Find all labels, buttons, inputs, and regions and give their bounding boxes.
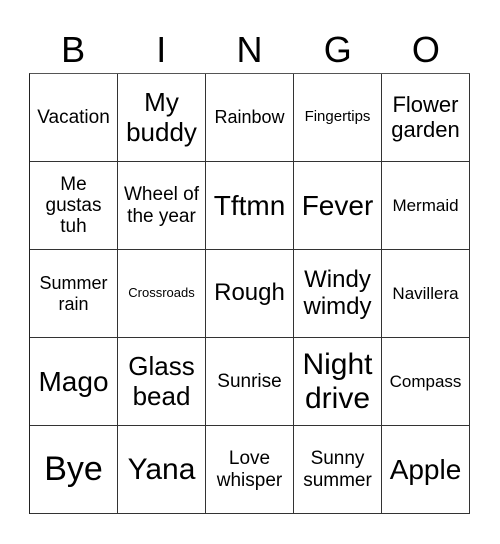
bingo-cell[interactable]: Yana: [118, 426, 206, 514]
bingo-cell[interactable]: Rainbow: [206, 74, 294, 162]
bingo-cell[interactable]: Summer rain: [30, 250, 118, 338]
header-letter-b: B: [61, 29, 86, 70]
bingo-cell[interactable]: Fever: [294, 162, 382, 250]
bingo-cell[interactable]: Glass bead: [118, 338, 206, 426]
header-letter-g: G: [323, 29, 352, 70]
bingo-cell[interactable]: Night drive: [294, 338, 382, 426]
bingo-cell[interactable]: Sunny summer: [294, 426, 382, 514]
bingo-cell[interactable]: Mermaid: [382, 162, 470, 250]
bingo-header: B I N G O: [29, 28, 470, 72]
bingo-cell[interactable]: Love whisper: [206, 426, 294, 514]
header-letter-o: O: [411, 29, 440, 70]
bingo-cell[interactable]: Tftmn: [206, 162, 294, 250]
header-letter-n: N: [236, 29, 263, 70]
bingo-cell[interactable]: Flower garden: [382, 74, 470, 162]
bingo-cell[interactable]: Fingertips: [294, 74, 382, 162]
bingo-cell[interactable]: Bye: [30, 426, 118, 514]
bingo-cell[interactable]: Wheel of the year: [118, 162, 206, 250]
bingo-cell[interactable]: Windy wimdy: [294, 250, 382, 338]
bingo-cell[interactable]: Me gustas tuh: [30, 162, 118, 250]
bingo-cell[interactable]: Compass: [382, 338, 470, 426]
bingo-cell[interactable]: Crossroads: [118, 250, 206, 338]
bingo-cell[interactable]: Mago: [30, 338, 118, 426]
bingo-cell[interactable]: Vacation: [30, 74, 118, 162]
bingo-cell[interactable]: My buddy: [118, 74, 206, 162]
bingo-cell[interactable]: Rough: [206, 250, 294, 338]
bingo-cell[interactable]: Navillera: [382, 250, 470, 338]
bingo-grid: Vacation My buddy Rainbow Fingertips Flo…: [29, 73, 470, 514]
bingo-cell[interactable]: Apple: [382, 426, 470, 514]
header-letter-i: I: [156, 29, 167, 70]
bingo-cell[interactable]: Sunrise: [206, 338, 294, 426]
